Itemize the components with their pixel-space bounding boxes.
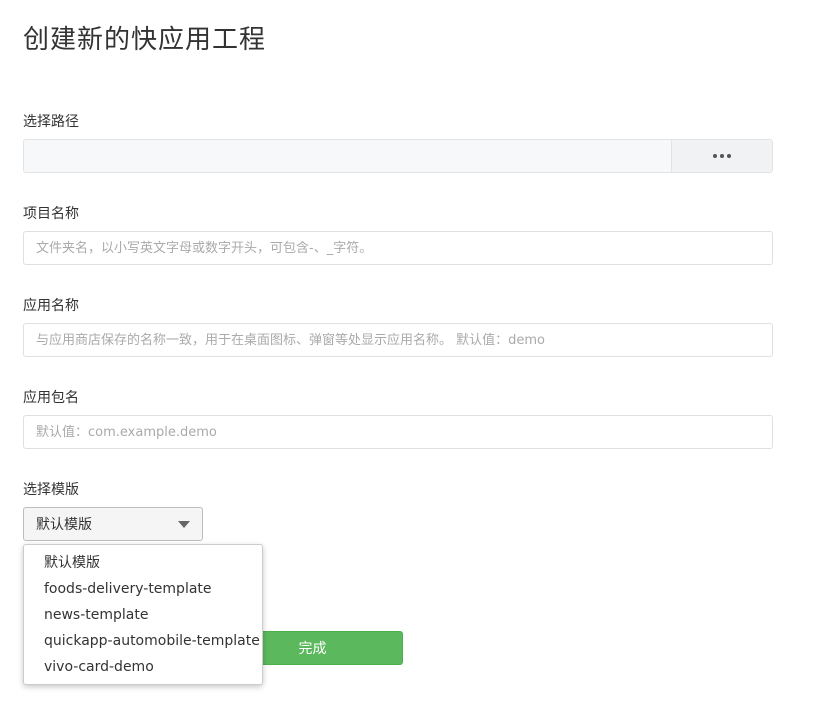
caret-down-icon [178,520,190,528]
project-name-input[interactable] [23,231,773,265]
template-option[interactable]: news-template [24,602,262,628]
app-name-label: 应用名称 [23,298,79,314]
path-label: 选择路径 [23,114,79,130]
template-dropdown-menu: 默认模版 foods-delivery-template news-templa… [23,544,263,685]
template-selected-value: 默认模版 [36,517,92,533]
path-field [23,139,773,173]
page-title: 创建新的快应用工程 [23,25,267,55]
browse-button[interactable] [671,140,772,172]
template-option[interactable]: 默认模版 [24,550,262,576]
template-option[interactable]: foods-delivery-template [24,576,262,602]
app-name-input[interactable] [23,323,773,357]
project-name-label: 项目名称 [23,206,79,222]
more-dots-icon [713,154,731,158]
template-option[interactable]: vivo-card-demo [24,654,262,680]
template-label: 选择模版 [23,482,79,498]
path-input[interactable] [24,140,671,172]
create-project-page: 创建新的快应用工程 选择路径 项目名称 应用名称 应用包名 选择模版 默认模版 … [0,0,816,719]
package-name-label: 应用包名 [23,390,79,406]
template-option[interactable]: quickapp-automobile-template [24,628,262,654]
package-name-input[interactable] [23,415,773,449]
template-select[interactable]: 默认模版 [23,507,203,541]
